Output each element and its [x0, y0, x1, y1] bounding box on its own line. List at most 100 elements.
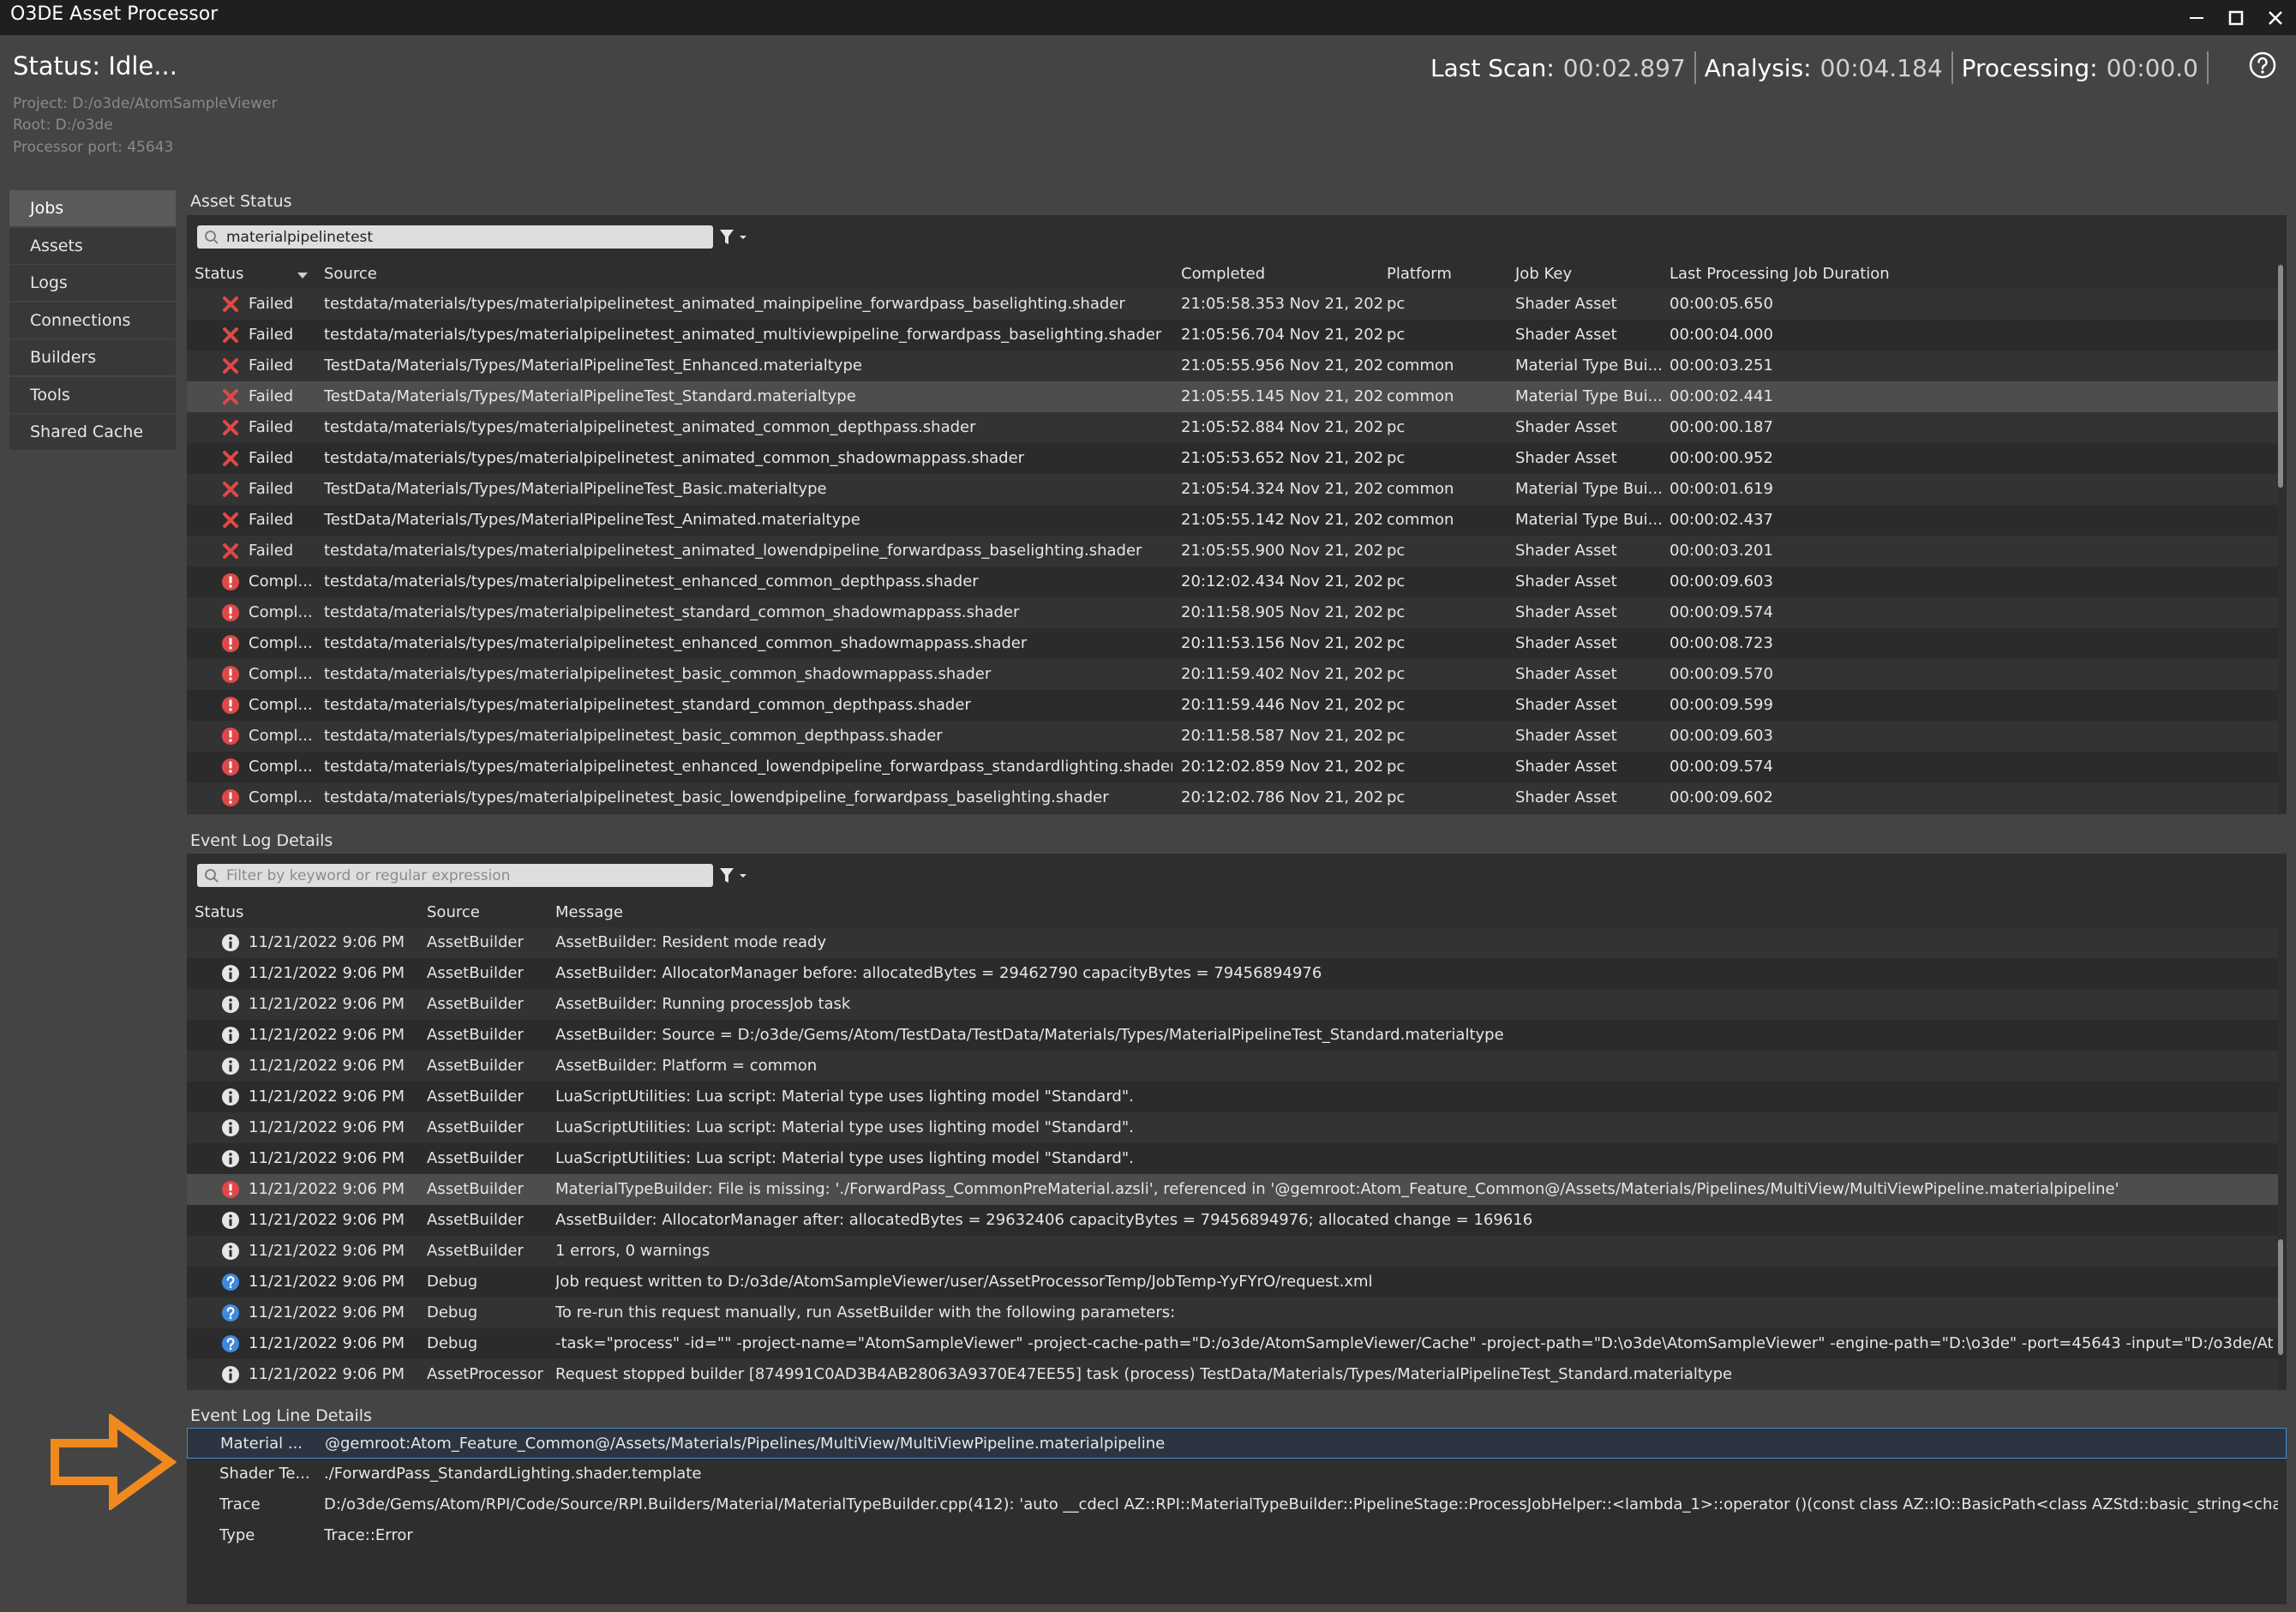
table-row[interactable]: Failed TestData/Materials/Types/MaterialP… [187, 351, 2278, 381]
table-row[interactable]: Compl... testdata/materials/types/materia… [187, 566, 2278, 597]
job-source: testdata/materials/types/materialpipelin… [324, 449, 1025, 467]
log-row[interactable]: 11/21/2022 9:06 PM AssetBuilder AssetBuild… [187, 1051, 2278, 1082]
sidebar-item-label: Logs [30, 273, 68, 292]
job-platform: pc [1387, 418, 1406, 436]
log-source: AssetBuilder [427, 1118, 524, 1136]
column-header-platform[interactable]: Platform [1387, 265, 1452, 283]
event-log-scrollbar[interactable] [2278, 1239, 2283, 1355]
sidebar-item-tools[interactable]: Tools [9, 376, 176, 413]
sidebar-item-logs[interactable]: Logs [9, 265, 176, 301]
close-icon[interactable] [2256, 0, 2295, 35]
processor-port: Processor port: 45643 [13, 139, 174, 156]
job-completed: 20:11:59.402 Nov 21, 2022 [1181, 665, 1382, 683]
column-header-job-key[interactable]: Job Key [1515, 265, 1572, 283]
sidebar-item-connections[interactable]: Connections [9, 302, 176, 339]
job-status: Compl... [249, 696, 313, 714]
log-row[interactable]: 11/21/2022 9:06 PM Debug Job request writt… [187, 1267, 2278, 1297]
log-row[interactable]: 11/21/2022 9:06 PM AssetBuilder LuaScriptU… [187, 1143, 2278, 1174]
table-row[interactable]: Failed TestData/Materials/Types/MaterialP… [187, 381, 2278, 412]
detail-key: Material ... [220, 1435, 303, 1453]
job-status: Compl... [249, 603, 313, 621]
table-row[interactable]: Failed testdata/materials/types/materialp… [187, 536, 2278, 566]
sidebar-item-jobs[interactable]: Jobs [9, 190, 176, 226]
log-row[interactable]: 11/21/2022 9:06 PM AssetBuilder AssetBuild… [187, 927, 2278, 958]
job-completed: 21:05:53.652 Nov 21, 2022 [1181, 449, 1382, 467]
column-header-message[interactable]: Message [555, 903, 623, 921]
last-scan-value: 00:02.897 [1562, 53, 1686, 82]
table-row[interactable]: Compl... testdata/materials/types/materia… [187, 659, 2278, 690]
log-row[interactable]: 11/21/2022 9:06 PM AssetBuilder LuaScriptU… [187, 1112, 2278, 1143]
table-row[interactable]: Compl... testdata/materials/types/materia… [187, 597, 2278, 628]
table-row[interactable]: Compl... testdata/materials/types/materia… [187, 690, 2278, 721]
info-icon [221, 1088, 240, 1106]
sort-desc-icon[interactable] [297, 272, 309, 280]
detail-row[interactable]: Trace D:/o3de/Gems/Atom/RPI/Code/Source/R… [187, 1489, 2287, 1520]
log-message: AssetBuilder: Source = D:/o3de/Gems/Atom… [555, 1026, 1504, 1044]
job-duration: 00:00:03.251 [1670, 357, 1773, 375]
asset-table-body: Failed testdata/materials/types/materialp… [187, 289, 2278, 813]
job-source: testdata/materials/types/materialpipelin… [324, 542, 1142, 560]
job-source: TestData/Materials/Types/MaterialPipelin… [324, 511, 860, 529]
sidebar-nav: Jobs Assets Logs Connections Builders To… [9, 190, 176, 452]
column-header-completed[interactable]: Completed [1181, 265, 1265, 283]
table-row[interactable]: Compl... testdata/materials/types/materia… [187, 628, 2278, 659]
log-row[interactable]: 11/21/2022 9:06 PM AssetBuilder LuaScriptU… [187, 1082, 2278, 1112]
column-header-source[interactable]: Source [324, 265, 377, 283]
table-row[interactable]: Compl... testdata/materials/types/materia… [187, 782, 2278, 813]
job-key: Shader Asset [1515, 788, 1617, 806]
log-row[interactable]: 11/21/2022 9:06 PM AssetBuilder AssetBuild… [187, 1205, 2278, 1236]
log-row[interactable]: 11/21/2022 9:06 PM Debug To re-run this re… [187, 1297, 2278, 1328]
column-header-status[interactable]: Status [195, 265, 243, 283]
detail-row[interactable]: Shader Te... ./ForwardPass_StandardLighti… [187, 1459, 2287, 1489]
filter-dropdown-button[interactable] [718, 864, 749, 887]
log-row[interactable]: 11/21/2022 9:06 PM AssetBuilder AssetBuild… [187, 989, 2278, 1020]
search-value: materialpipelinetest [226, 228, 374, 246]
log-time: 11/21/2022 9:06 PM [249, 995, 405, 1013]
log-row[interactable]: 11/21/2022 9:06 PM AssetBuilder AssetBuild… [187, 1020, 2278, 1051]
log-row[interactable]: 11/21/2022 9:06 PM AssetBuilder 1 errors, … [187, 1236, 2278, 1267]
help-icon[interactable] [2248, 51, 2277, 80]
sidebar-item-assets[interactable]: Assets [9, 227, 176, 264]
detail-value: @gemroot:Atom_Feature_Common@/Assets/Mat… [325, 1435, 1166, 1453]
asset-search-input[interactable]: materialpipelinetest [197, 225, 713, 249]
log-row[interactable]: 11/21/2022 9:06 PM AssetBuilder MaterialTy… [187, 1174, 2278, 1205]
table-row[interactable]: Compl... testdata/materials/types/materia… [187, 752, 2278, 782]
log-source: AssetBuilder [427, 1149, 524, 1167]
maximize-icon[interactable] [2216, 0, 2256, 35]
column-header-duration[interactable]: Last Processing Job Duration [1670, 265, 1890, 283]
failed-x-icon [221, 357, 240, 375]
table-row[interactable]: Failed TestData/Materials/Types/MaterialP… [187, 505, 2278, 536]
column-header-source[interactable]: Source [427, 903, 480, 921]
asset-table-scrollbar[interactable] [2278, 265, 2283, 488]
table-row[interactable]: Failed TestData/Materials/Types/MaterialP… [187, 474, 2278, 505]
job-source: TestData/Materials/Types/MaterialPipelin… [324, 387, 856, 405]
log-row[interactable]: 11/21/2022 9:06 PM AssetBuilder AssetBuild… [187, 958, 2278, 989]
log-row[interactable]: 11/21/2022 9:06 PM Debug -task="process" -… [187, 1328, 2278, 1359]
search-icon [205, 868, 219, 883]
table-row[interactable]: Failed testdata/materials/types/materialp… [187, 443, 2278, 474]
job-duration: 00:00:02.437 [1670, 511, 1773, 529]
job-duration: 00:00:01.619 [1670, 480, 1773, 498]
job-completed: 21:05:54.324 Nov 21, 2022 [1181, 480, 1382, 498]
processing-label: Processing: [1961, 53, 2098, 82]
event-log-filter-input[interactable]: Filter by keyword or regular expression [197, 864, 713, 887]
minimize-icon[interactable] [2177, 0, 2216, 35]
log-source: AssetBuilder [427, 964, 524, 982]
detail-row[interactable]: Type Trace::Error [187, 1520, 2287, 1551]
detail-row[interactable]: Material ... @gemroot:Atom_Feature_Common… [187, 1428, 2287, 1459]
log-source: Debug [427, 1303, 478, 1321]
log-row[interactable]: 11/21/2022 9:06 PM AssetProcessor Request … [187, 1359, 2278, 1390]
filter-dropdown-button[interactable] [718, 225, 749, 249]
info-icon [221, 1149, 240, 1168]
job-source: testdata/materials/types/materialpipelin… [324, 788, 1109, 806]
job-duration: 00:00:04.000 [1670, 326, 1773, 344]
table-row[interactable]: Failed testdata/materials/types/materialp… [187, 289, 2278, 320]
job-completed: 21:05:55.900 Nov 21, 2022 [1181, 542, 1382, 560]
sidebar-item-builders[interactable]: Builders [9, 339, 176, 375]
column-header-status[interactable]: Status [195, 903, 243, 921]
job-duration: 00:00:05.650 [1670, 295, 1773, 313]
table-row[interactable]: Failed testdata/materials/types/materialp… [187, 412, 2278, 443]
table-row[interactable]: Failed testdata/materials/types/materialp… [187, 320, 2278, 351]
table-row[interactable]: Compl... testdata/materials/types/materia… [187, 721, 2278, 752]
sidebar-item-shared-cache[interactable]: Shared Cache [9, 414, 176, 450]
